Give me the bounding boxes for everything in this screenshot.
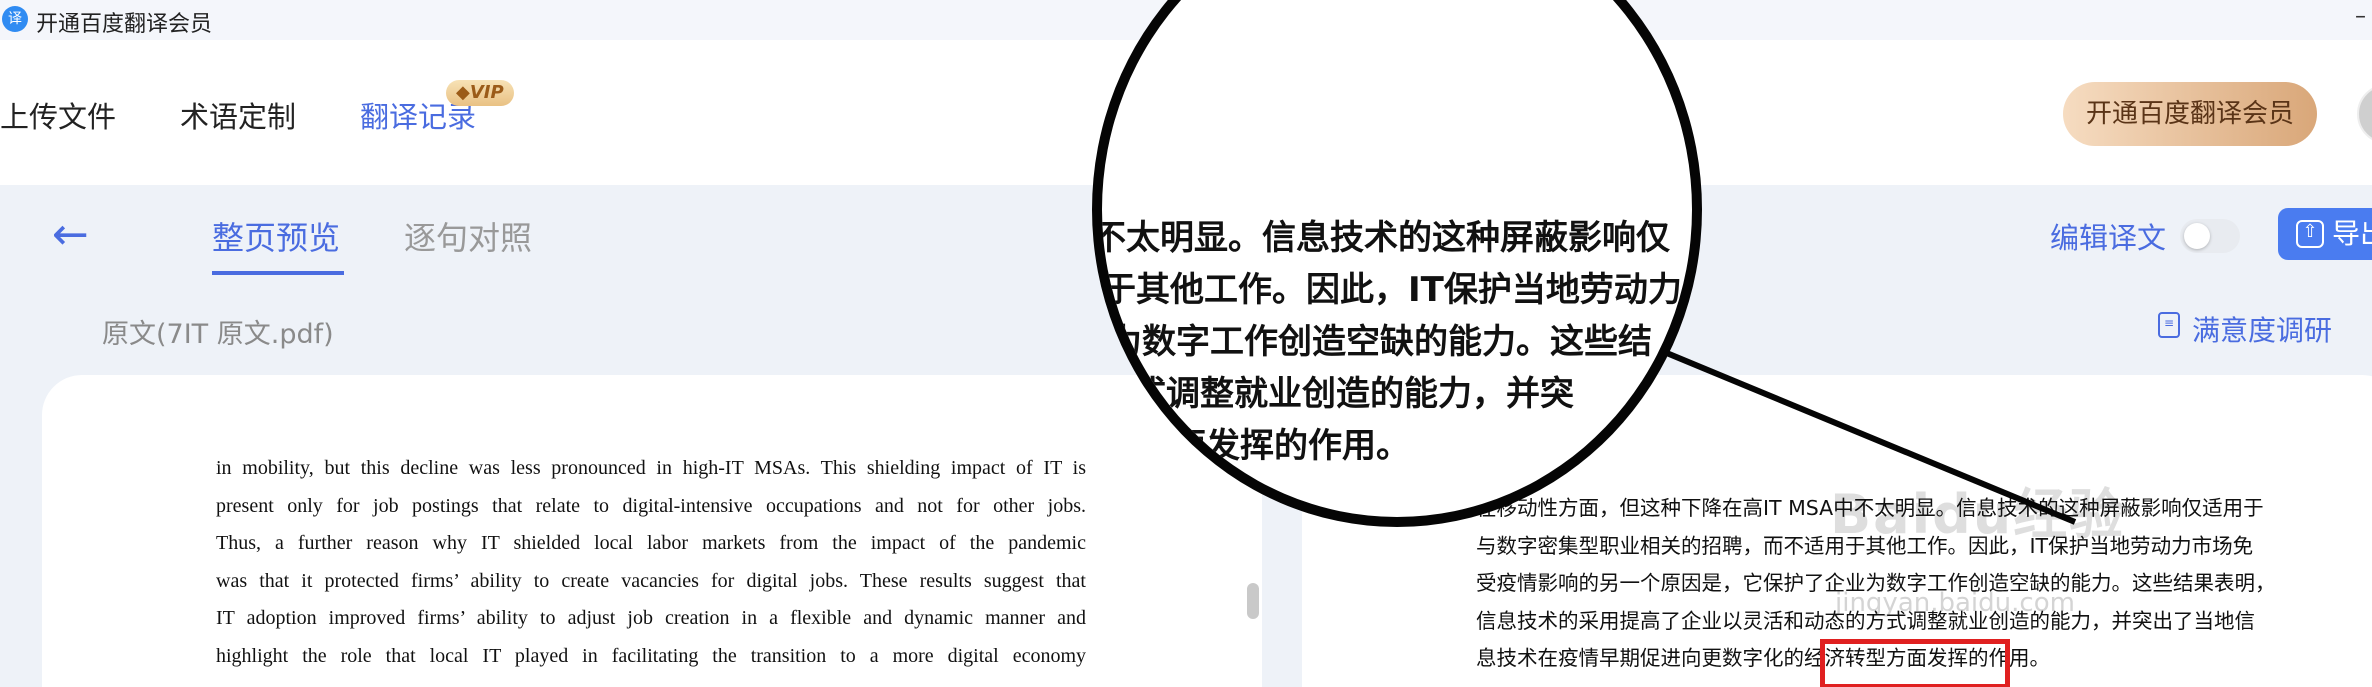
magnified-text: 不太明显。信息技术的这种屏蔽影响仅 于其他工作。因此，IT保护当地劳动力 为数字… — [1092, 212, 1682, 472]
magnifier-lens: 不太明显。信息技术的这种屏蔽影响仅 于其他工作。因此，IT保护当地劳动力 为数字… — [1092, 0, 1702, 527]
magnified-line: 不太明显。信息技术的这种屏蔽影响仅 — [1092, 218, 1670, 258]
magnified-line: 面发挥的作用。 — [1172, 426, 1410, 466]
magnified-line: 于其他工作。因此，IT保护当地劳动力 — [1102, 270, 1682, 310]
magnified-line: 式调整就业创造的能力，并突 — [1132, 374, 1574, 414]
magnified-line: 为数字工作创造空缺的能力。这些结 — [1108, 322, 1652, 362]
